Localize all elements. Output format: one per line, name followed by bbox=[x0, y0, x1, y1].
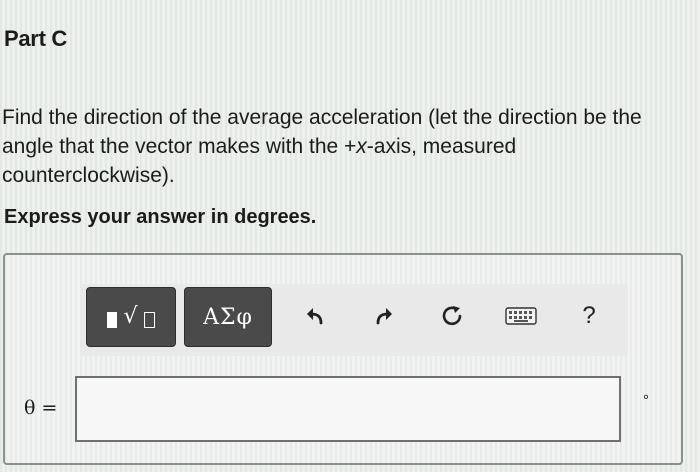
answer-instruction: Express your answer in degrees. bbox=[4, 206, 317, 228]
keyboard-icon[interactable] bbox=[504, 300, 538, 332]
axis-name: x bbox=[356, 135, 367, 158]
question-text: Find the direction of the average accele… bbox=[2, 103, 692, 190]
help-icon[interactable]: ? bbox=[574, 300, 604, 332]
theta-label: θ = bbox=[24, 397, 58, 419]
templates-button[interactable]: √ bbox=[86, 287, 176, 347]
reset-icon[interactable] bbox=[437, 300, 467, 332]
radical-icon: √ bbox=[123, 304, 138, 329]
templates-icon bbox=[107, 312, 118, 328]
degree-unit-label: ° bbox=[643, 392, 649, 409]
part-title: Part C bbox=[4, 26, 67, 51]
undo-icon[interactable] bbox=[300, 300, 330, 332]
redo-icon[interactable] bbox=[369, 300, 399, 332]
answer-input[interactable] bbox=[75, 376, 621, 442]
question-text-start: Find the direction of the average accele… bbox=[2, 106, 642, 158]
symbols-button[interactable]: ΑΣφ bbox=[184, 287, 272, 347]
box-icon bbox=[143, 312, 155, 328]
